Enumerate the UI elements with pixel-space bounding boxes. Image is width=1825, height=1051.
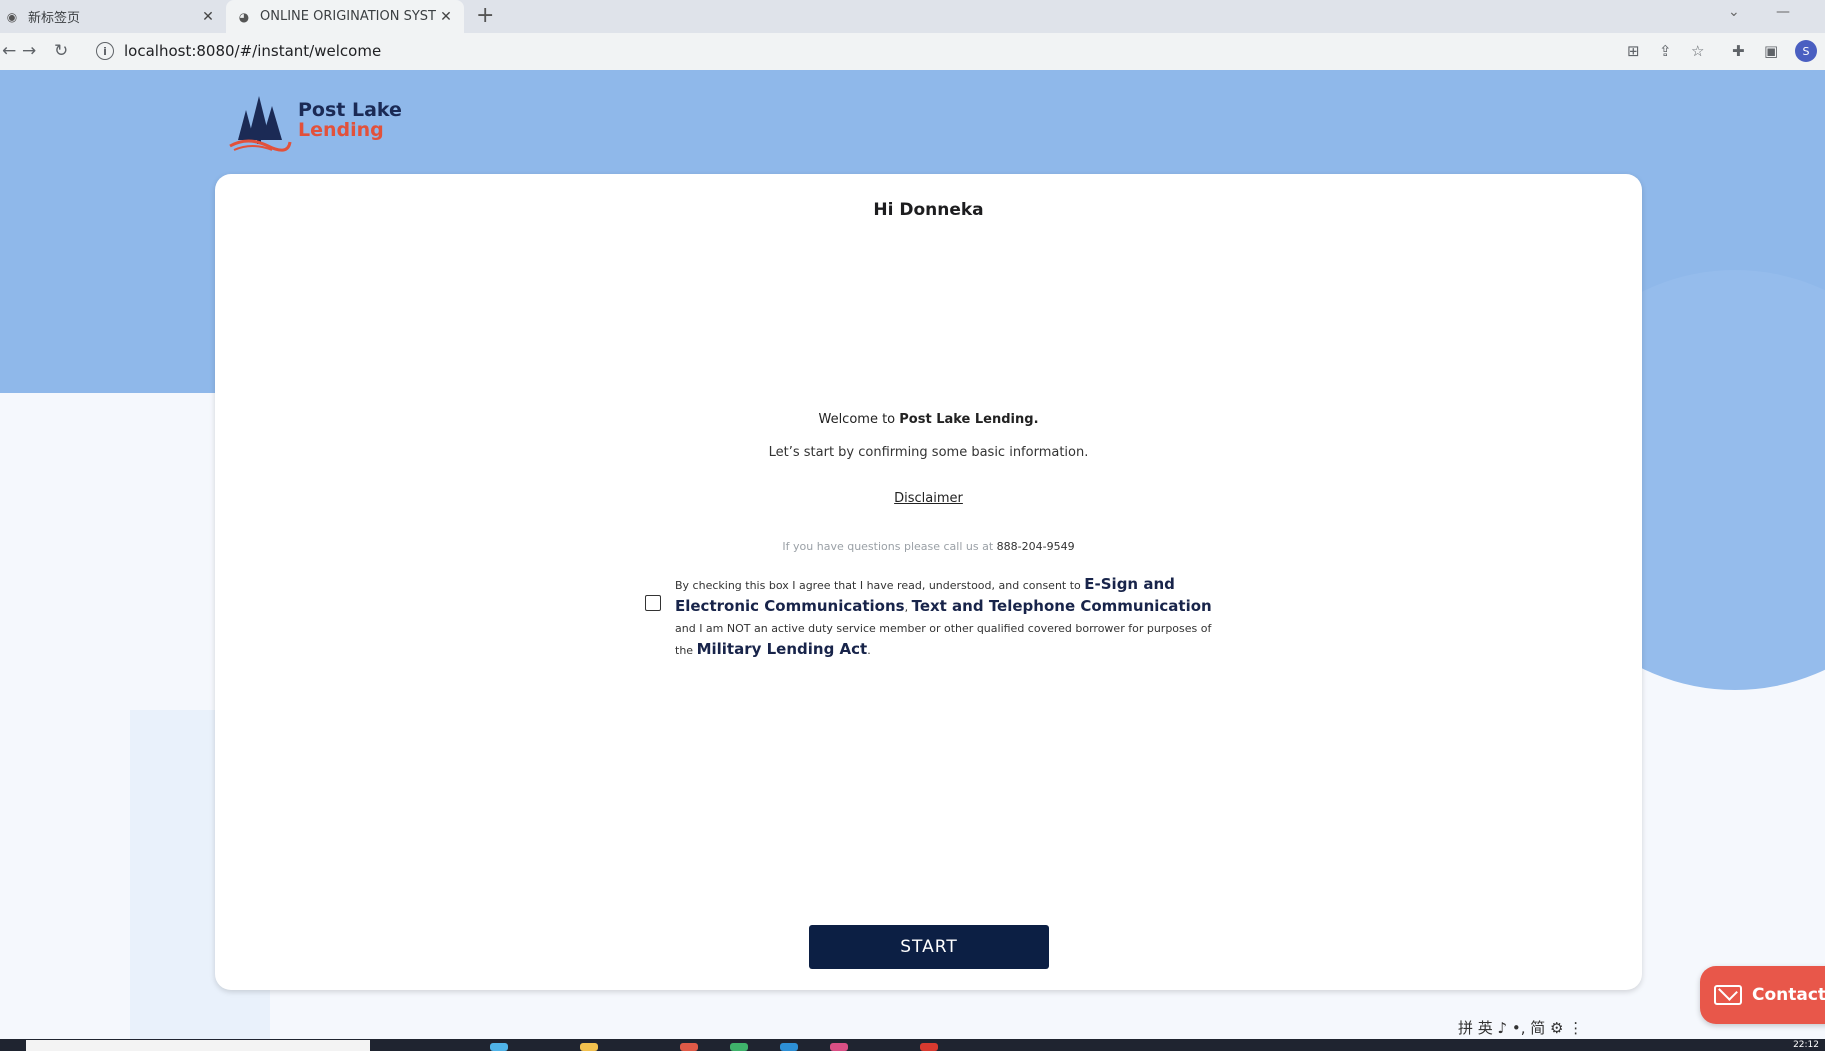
site-info-icon[interactable]: i <box>96 42 114 60</box>
side-panel-icon[interactable]: ▣ <box>1764 42 1778 60</box>
pine-trees-icon <box>229 96 292 152</box>
consent-part-1: By checking this box I agree that I have… <box>675 579 1085 592</box>
questions-text: If you have questions please call us at … <box>215 540 1642 553</box>
new-tab-button[interactable]: + <box>476 3 494 28</box>
site-favicon-icon: ◕ <box>238 9 250 24</box>
taskbar-app-icon[interactable] <box>580 1043 598 1051</box>
address-bar[interactable]: i localhost:8080/#/instant/welcome <box>84 37 1604 65</box>
contact-label: Contact <box>1752 985 1825 1005</box>
clock: 22:12 <box>1793 1040 1819 1050</box>
consent-text: By checking this box I agree that I have… <box>675 574 1215 661</box>
profile-avatar[interactable]: S <box>1795 40 1817 62</box>
text-telephone-link[interactable]: Text and Telephone Communication <box>912 597 1212 615</box>
logo-line-1: Post Lake <box>298 99 402 121</box>
logo-wordmark: Post Lake Lending <box>298 100 402 140</box>
translate-icon[interactable]: ⊞ <box>1627 42 1640 60</box>
mail-icon <box>1714 985 1742 1005</box>
forward-icon[interactable]: → <box>22 41 36 61</box>
taskbar-search[interactable] <box>26 1040 370 1051</box>
taskbar-app-icon[interactable] <box>730 1043 748 1051</box>
basic-info-text: Let’s start by confirming some basic inf… <box>768 445 1089 460</box>
bookmark-star-icon[interactable]: ☆ <box>1691 42 1704 60</box>
phone-number[interactable]: 888-204-9549 <box>997 540 1075 553</box>
welcome-text: Welcome to Post Lake Lending. <box>215 412 1642 427</box>
taskbar-app-icon[interactable] <box>830 1043 848 1051</box>
taskbar-app-icon[interactable] <box>780 1043 798 1051</box>
start-button[interactable]: START <box>809 925 1049 969</box>
greeting-heading: Hi Donneka <box>873 200 984 220</box>
tab-new-tab[interactable]: ◉ 新标签页 ✕ <box>0 0 226 33</box>
contact-button[interactable]: Contact <box>1700 966 1825 1024</box>
taskbar-app-icon[interactable] <box>490 1043 508 1051</box>
tab-title: ONLINE ORIGINATION SYSTEM <box>260 9 436 24</box>
chrome-icon: ◉ <box>6 9 18 24</box>
close-icon[interactable]: ✕ <box>436 9 456 25</box>
tab-strip: ◉ 新标签页 ✕ ◕ ONLINE ORIGINATION SYSTEM ✕ +… <box>0 0 1825 33</box>
browser-toolbar: ← → ↻ i localhost:8080/#/instant/welcome… <box>0 33 1825 71</box>
page: Post Lake Lending Hi Donneka Welcome to … <box>0 70 1825 1039</box>
tab-title: 新标签页 <box>28 11 81 26</box>
os-taskbar: 22:12 <box>0 1039 1825 1051</box>
consent-checkbox[interactable] <box>645 595 661 611</box>
welcome-prefix: Welcome to <box>818 412 900 427</box>
taskbar-app-icon[interactable] <box>920 1043 938 1051</box>
consent-separator: , <box>904 601 912 614</box>
close-icon[interactable]: ✕ <box>198 9 218 25</box>
military-lending-act-link[interactable]: Military Lending Act <box>697 640 868 658</box>
reload-icon[interactable]: ↻ <box>54 41 68 61</box>
url-text: localhost:8080/#/instant/welcome <box>124 42 382 60</box>
company-logo[interactable]: Post Lake Lending <box>228 88 402 152</box>
extensions-icon[interactable]: ✚ <box>1732 42 1745 60</box>
share-icon[interactable]: ⇪ <box>1659 42 1672 60</box>
logo-line-2: Lending <box>298 119 384 141</box>
disclaimer-row: Disclaimer <box>215 491 1642 506</box>
taskbar-app-icon[interactable] <box>680 1043 698 1051</box>
welcome-brand: Post Lake Lending. <box>899 412 1039 427</box>
tab-search-icon[interactable]: ⌄ <box>1728 4 1740 20</box>
back-icon[interactable]: ← <box>2 41 16 61</box>
minimize-icon[interactable]: — <box>1776 4 1790 20</box>
welcome-card: Hi Donneka Welcome to Post Lake Lending.… <box>215 174 1642 990</box>
ime-toolbar[interactable]: 拼 英 ♪ •, 简 ⚙ ⋮ <box>1458 1017 1583 1038</box>
disclaimer-link[interactable]: Disclaimer <box>894 491 963 506</box>
tab-online-origination[interactable]: ◕ ONLINE ORIGINATION SYSTEM ✕ <box>226 0 464 33</box>
questions-label: If you have questions please call us at <box>782 540 997 553</box>
consent-end: . <box>867 644 871 657</box>
skyline-spire <box>178 710 188 830</box>
